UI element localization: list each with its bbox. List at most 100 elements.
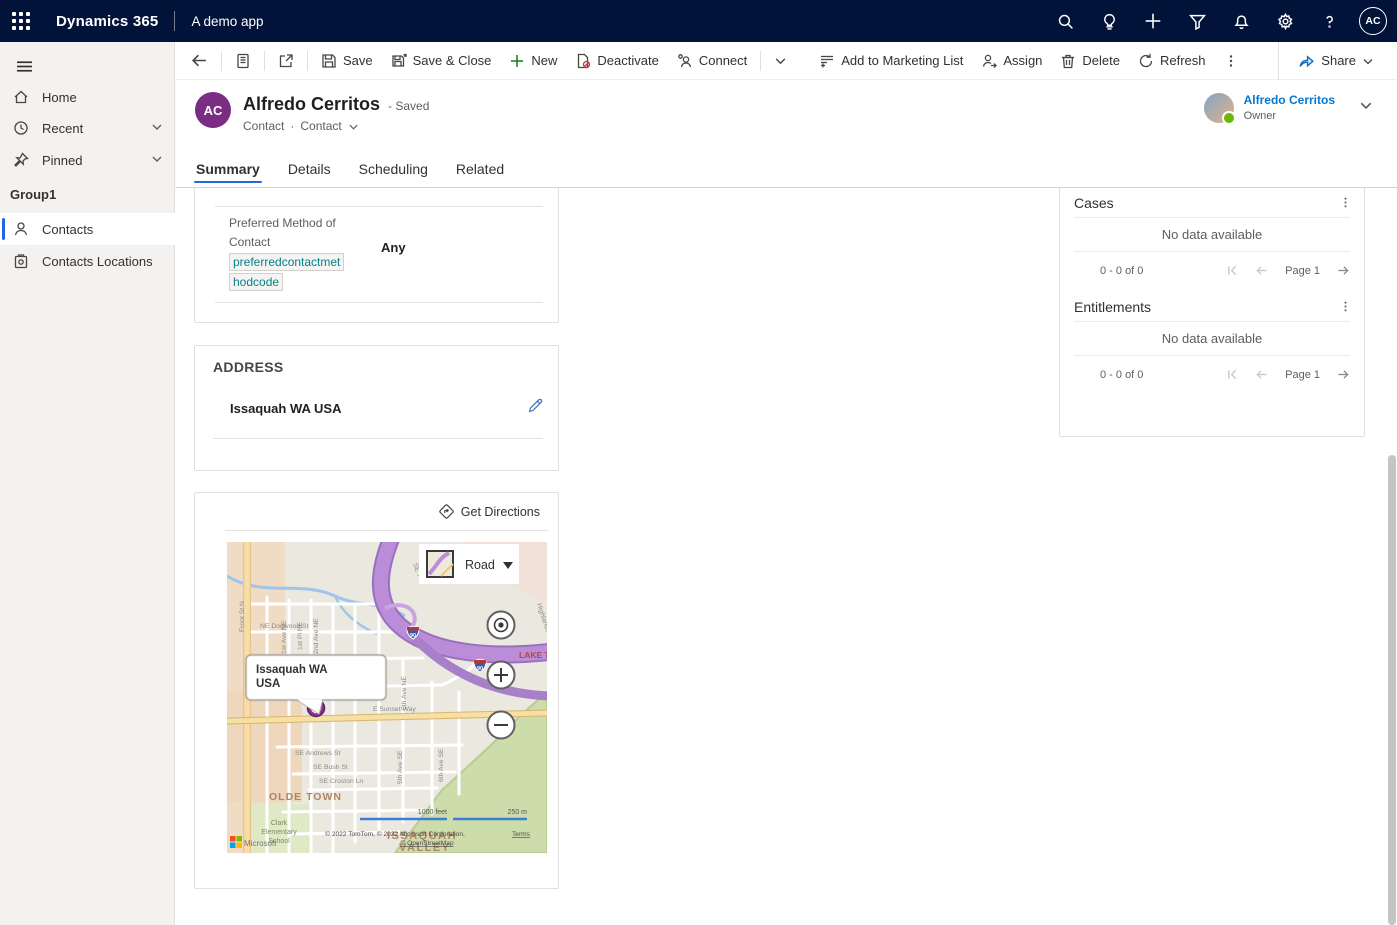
- first-page-button[interactable]: [1226, 264, 1239, 277]
- deactivate-button[interactable]: Deactivate: [566, 46, 667, 76]
- first-page-button[interactable]: [1226, 368, 1239, 381]
- sidebar-item-home[interactable]: Home: [0, 81, 175, 113]
- assign-button[interactable]: Assign: [972, 46, 1051, 76]
- poi-label: Elementary: [261, 829, 297, 836]
- form-selector-label[interactable]: Contact: [300, 119, 341, 133]
- sidebar-item-pinned[interactable]: Pinned: [0, 144, 175, 176]
- edit-pencil-icon[interactable]: [527, 397, 544, 419]
- field-label-block: Preferred Method of Contact preferredcon…: [229, 214, 359, 292]
- svg-text:Microsoft: Microsoft: [244, 839, 277, 848]
- entitlements-record-range: 0 - 0 of 0: [1100, 369, 1143, 381]
- previous-page-button[interactable]: [1255, 368, 1269, 381]
- next-page-button[interactable]: [1336, 264, 1350, 277]
- sidebar-item-label: Contacts: [42, 222, 93, 237]
- connect-button[interactable]: Connect: [668, 46, 756, 76]
- svg-text:Issaquah WA: Issaquah WA: [256, 664, 328, 676]
- preferred-method-label: Preferred Method of Contact: [229, 216, 336, 249]
- bell-icon[interactable]: [1221, 0, 1261, 42]
- field-divider: [213, 438, 543, 439]
- scrollbar-thumb[interactable]: [1388, 455, 1396, 925]
- brand-title[interactable]: Dynamics 365: [56, 13, 158, 30]
- map-style-selector[interactable]: Road: [419, 544, 519, 584]
- address-section-title: ADDRESS: [195, 346, 558, 375]
- cases-section-title: Cases: [1074, 195, 1114, 211]
- overflow-button[interactable]: [1215, 46, 1247, 76]
- app-name[interactable]: A demo app: [191, 14, 263, 29]
- schema-name-overlay: preferredcontactmet: [229, 253, 344, 271]
- save-and-close-button[interactable]: Save & Close: [382, 46, 501, 76]
- owner-avatar: [1204, 93, 1234, 123]
- header-chevron-icon[interactable]: [1359, 98, 1373, 117]
- sidebar-item-recent[interactable]: Recent: [0, 112, 175, 144]
- record-name: Alfredo Cerritos: [243, 94, 380, 115]
- street-label: 1st Ave NE: [281, 620, 288, 654]
- new-button[interactable]: New: [500, 46, 566, 76]
- owner-field[interactable]: Alfredo Cerritos Owner: [1204, 93, 1335, 123]
- sidebar-item-label: Recent: [42, 121, 83, 136]
- dot-separator: ·: [290, 119, 294, 133]
- terms-link[interactable]: Terms: [512, 831, 531, 838]
- contact-preferences-card: Preferred Method of Contact preferredcon…: [194, 188, 559, 323]
- tab-summary[interactable]: Summary: [194, 153, 262, 187]
- plus-icon[interactable]: [1133, 0, 1173, 42]
- map-divider: [225, 530, 548, 531]
- street-label: 1st Pl NE: [297, 621, 304, 650]
- help-icon[interactable]: [1309, 0, 1349, 42]
- next-page-button[interactable]: [1336, 368, 1350, 381]
- delete-button[interactable]: Delete: [1051, 46, 1129, 76]
- sidebar-item-contacts-locations[interactable]: Contacts Locations: [0, 245, 175, 277]
- bing-map[interactable]: NE Dogwood St E Sunset Way SE Andrews St…: [227, 542, 547, 853]
- tab-details[interactable]: Details: [286, 153, 333, 187]
- popout-button[interactable]: [269, 46, 303, 76]
- waffle-menu-icon[interactable]: [0, 0, 42, 42]
- more-options-icon[interactable]: [1339, 300, 1352, 313]
- svg-text:USA: USA: [256, 678, 280, 690]
- street-label: 5th Ave SE: [397, 750, 404, 784]
- hamburger-menu-icon[interactable]: [8, 50, 40, 82]
- osm-link[interactable]: © OpenStreetMap: [400, 839, 454, 847]
- owner-name-link[interactable]: Alfredo Cerritos: [1244, 93, 1335, 107]
- pin-icon: [13, 152, 29, 168]
- location-entity-icon: [13, 253, 29, 269]
- tab-scheduling[interactable]: Scheduling: [357, 153, 430, 187]
- vertical-scrollbar[interactable]: [1387, 42, 1396, 925]
- locate-me-button[interactable]: [488, 612, 515, 639]
- person-icon: [13, 221, 29, 237]
- zoom-out-button[interactable]: [488, 712, 515, 739]
- previous-page-button[interactable]: [1255, 264, 1269, 277]
- refresh-button[interactable]: Refresh: [1129, 46, 1215, 76]
- back-button[interactable]: [182, 46, 217, 76]
- entity-type-label: Contact: [243, 119, 284, 133]
- chevron-down-icon[interactable]: [348, 121, 359, 132]
- svg-text:250 m: 250 m: [508, 809, 528, 816]
- street-label: SE Croston Ln: [319, 778, 363, 785]
- more-options-icon[interactable]: [1339, 196, 1352, 209]
- entitlements-empty-message: No data available: [1060, 322, 1364, 355]
- cases-record-range: 0 - 0 of 0: [1100, 265, 1143, 277]
- user-avatar[interactable]: AC: [1359, 7, 1387, 35]
- add-to-marketing-list-button[interactable]: Add to Marketing List: [810, 46, 972, 76]
- tab-related[interactable]: Related: [454, 153, 506, 187]
- share-button[interactable]: Share: [1289, 46, 1383, 76]
- schema-name-overlay: hodcode: [229, 273, 283, 291]
- cases-empty-message: No data available: [1060, 218, 1364, 251]
- connect-chevron-button[interactable]: [765, 46, 796, 76]
- svg-text:90: 90: [410, 633, 416, 639]
- field-divider: [215, 302, 543, 303]
- search-icon[interactable]: [1045, 0, 1085, 42]
- gear-icon[interactable]: [1265, 0, 1305, 42]
- chevron-down-icon[interactable]: [151, 121, 163, 136]
- address-card: ADDRESS Issaquah WA USA: [194, 345, 559, 471]
- zoom-in-button[interactable]: [488, 662, 515, 689]
- filter-icon[interactable]: [1177, 0, 1217, 42]
- address-value[interactable]: Issaquah WA USA: [230, 401, 341, 416]
- street-label: 6th Ave SE: [438, 748, 445, 782]
- preferred-method-value[interactable]: Any: [381, 214, 406, 292]
- chevron-down-icon[interactable]: [151, 153, 163, 168]
- sidebar-item-label: Home: [42, 90, 77, 105]
- sidebar-item-contacts[interactable]: Contacts: [0, 213, 175, 245]
- save-button[interactable]: Save: [312, 46, 382, 76]
- form-selector-button[interactable]: [226, 46, 260, 76]
- lightbulb-icon[interactable]: [1089, 0, 1129, 42]
- get-directions-button[interactable]: Get Directions: [195, 493, 558, 530]
